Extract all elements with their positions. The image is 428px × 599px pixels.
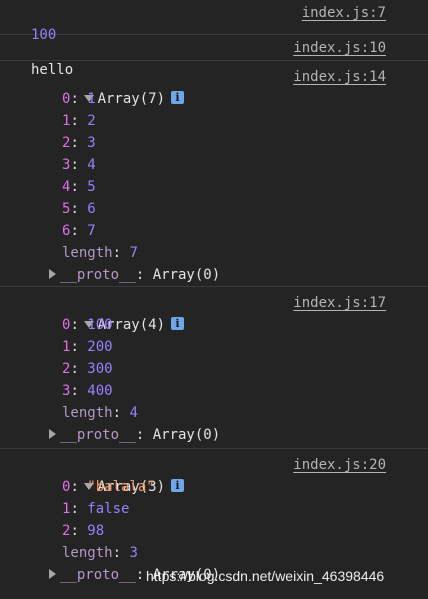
length-key: length (62, 545, 113, 561)
array-item: 2: 300 (62, 361, 113, 377)
array-item: 0: 100 (62, 317, 113, 333)
source-link[interactable]: index.js:14 (293, 66, 386, 88)
console-message: hello index.js:10 (0, 35, 428, 78)
array-header[interactable]: Array(3) i index.js:20 (0, 454, 428, 495)
proto-value: Array(0) (152, 267, 221, 283)
array-value: 1 (87, 91, 96, 107)
array-item: 5: 6 (62, 201, 96, 217)
expand-triangle-icon[interactable] (49, 429, 56, 439)
array-length: length: 4 (62, 405, 138, 421)
source-link[interactable]: index.js:7 (302, 2, 386, 24)
length-value: 4 (129, 405, 138, 421)
array-item: 0: 1 (62, 91, 96, 107)
array-value: 400 (87, 383, 113, 399)
devtools-console: 100 index.js:7 hello index.js:10 Array(7… (0, 0, 428, 599)
array-value: 3 (87, 135, 96, 151)
array-value: 100 (87, 317, 113, 333)
array-proto[interactable]: __proto__: Array(0) (0, 264, 428, 286)
length-value: 7 (129, 245, 138, 261)
array-length: length: 3 (62, 545, 138, 561)
array-item: 3: 4 (62, 157, 96, 173)
array-value: false (87, 501, 130, 517)
proto-key: __proto__ (60, 427, 136, 443)
array-item: 1: false (62, 501, 130, 517)
watermark: https://blog.csdn.net/weixin_46398446 (146, 568, 385, 584)
console-message: 100 index.js:7 (0, 0, 428, 43)
proto-key: __proto__ (60, 567, 136, 583)
length-key: length (62, 245, 113, 261)
console-message-row: hello index.js:10 (0, 37, 428, 78)
array-item: 2: 3 (62, 135, 96, 151)
array-value: "balala" (87, 479, 155, 495)
array-item: 0: "balala" (62, 479, 155, 495)
array-value: 2 (87, 113, 96, 129)
proto-key: __proto__ (60, 267, 136, 283)
array-header[interactable]: Array(4) i index.js:17 (0, 292, 428, 333)
array-item: 3: 400 (62, 383, 113, 399)
array-value: 200 (87, 339, 113, 355)
array-value: 6 (87, 201, 96, 217)
array-item: 4: 5 (62, 179, 96, 195)
console-message-row: 100 index.js:7 (0, 2, 428, 43)
array-value: 98 (87, 523, 105, 539)
array-value: 4 (87, 157, 96, 173)
array-header[interactable]: Array(7) i index.js:14 (0, 66, 428, 107)
array-item: 1: 200 (62, 339, 113, 355)
array-proto[interactable]: __proto__: Array(0) (0, 424, 428, 446)
source-link[interactable]: index.js:17 (293, 292, 386, 314)
array-item: 2: 98 (62, 523, 105, 539)
array-value: 300 (87, 361, 113, 377)
expand-triangle-icon[interactable] (49, 269, 56, 279)
array-length: length: 7 (62, 245, 138, 261)
proto-value: Array(0) (152, 427, 221, 443)
source-link[interactable]: index.js:20 (293, 454, 386, 476)
length-value: 3 (129, 545, 138, 561)
array-item: 1: 2 (62, 113, 96, 129)
source-link[interactable]: index.js:10 (293, 37, 386, 59)
array-group: Array(4) i index.js:17 0: 100 1: 200 2: 3… (0, 287, 428, 449)
array-group: Array(7) i index.js:14 0: 1 1: 2 2: 3 3: … (0, 61, 428, 287)
length-key: length (62, 405, 113, 421)
array-value: 7 (87, 223, 96, 239)
expand-triangle-icon[interactable] (49, 569, 56, 579)
array-value: 5 (87, 179, 96, 195)
array-item: 6: 7 (62, 223, 96, 239)
